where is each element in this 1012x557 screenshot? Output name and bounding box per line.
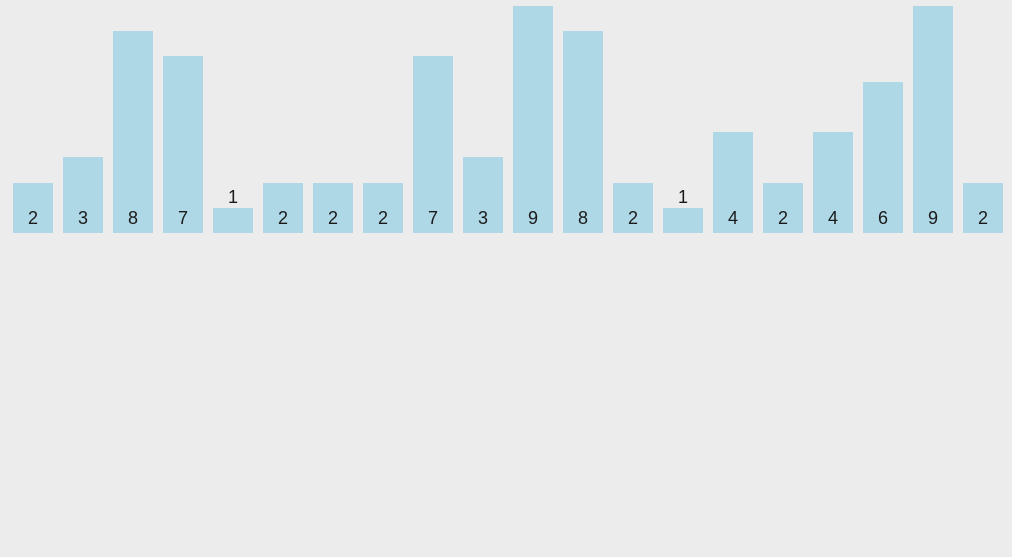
bar-label: 9 [513, 209, 553, 227]
bar-label: 3 [463, 209, 503, 227]
bar-label: 7 [163, 209, 203, 227]
bar-label: 2 [763, 209, 803, 227]
bar-label: 1 [213, 188, 253, 206]
bar-label: 2 [13, 209, 53, 227]
bar-label: 6 [863, 209, 903, 227]
bar [413, 56, 453, 233]
bar [113, 31, 153, 233]
bar-label: 4 [813, 209, 853, 227]
bar-label: 2 [363, 209, 403, 227]
bar-label: 8 [563, 209, 603, 227]
bar-chart: 23871222739821424692 [0, 0, 1012, 233]
bar-label: 8 [113, 209, 153, 227]
bar-label: 2 [263, 209, 303, 227]
bar [563, 31, 603, 233]
bar-label: 2 [313, 209, 353, 227]
bar [163, 56, 203, 233]
bar-label: 2 [613, 209, 653, 227]
bar-label: 2 [963, 209, 1003, 227]
bar [213, 208, 253, 233]
bar-label: 7 [413, 209, 453, 227]
bar-label: 1 [663, 188, 703, 206]
bar-label: 4 [713, 209, 753, 227]
bar [513, 6, 553, 233]
bar-label: 3 [63, 209, 103, 227]
bar-label: 9 [913, 209, 953, 227]
bar [913, 6, 953, 233]
bar [663, 208, 703, 233]
